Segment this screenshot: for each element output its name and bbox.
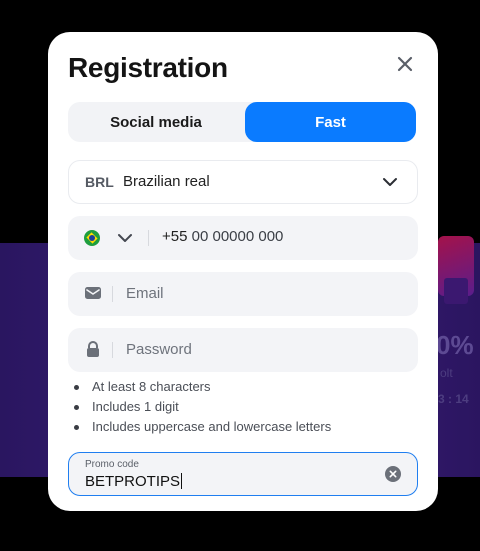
password-divider [112,342,113,358]
phone-field: +55 00 00000 000 [68,216,418,260]
email-placeholder: Email [126,285,164,302]
lock-icon [84,340,102,363]
phone-input[interactable]: +55 00 00000 000 [162,228,283,245]
currency-name: Brazilian real [123,173,210,190]
chevron-down-icon [381,175,399,194]
registration-tabs: Social media Fast [68,102,416,142]
tab-social-media[interactable]: Social media [68,102,244,142]
email-divider [112,286,113,302]
password-rules: At least 8 characters Includes 1 digit I… [72,379,331,439]
background-subtext: olt [440,366,453,380]
password-rule: Includes uppercase and lowercase letters [72,419,331,439]
currency-select[interactable]: BRL Brazilian real [68,160,418,204]
currency-code: BRL [85,174,114,190]
text-caret [181,473,183,489]
password-placeholder: Password [126,341,192,358]
promo-code-value: BETPROTIPS [85,473,181,490]
close-icon[interactable] [394,53,416,75]
promo-code-label: Promo code [85,459,139,470]
country-chevron-down-icon[interactable] [116,231,134,250]
clear-icon[interactable] [385,466,401,482]
password-rule: Includes 1 digit [72,399,331,419]
promo-code-field[interactable]: Promo code BETPROTIPS [68,452,418,496]
registration-modal: Registration Social media Fast BRL Brazi… [48,32,438,511]
promo-code-input[interactable]: BETPROTIPS [85,473,183,490]
gift-box-base [444,278,468,304]
phone-prefix: +55 [162,228,188,245]
modal-title: Registration [68,52,228,83]
tab-fast[interactable]: Fast [245,102,416,142]
phone-mask: 00 00000 000 [191,228,284,245]
password-rule: At least 8 characters [72,379,331,399]
password-field[interactable]: Password [68,328,418,372]
envelope-icon [84,284,102,307]
phone-divider [148,230,149,246]
brazil-flag-icon [84,230,100,246]
background-date: 3 : 14 [438,392,469,406]
background-percent: 0% [436,330,474,360]
email-field[interactable]: Email [68,272,418,316]
